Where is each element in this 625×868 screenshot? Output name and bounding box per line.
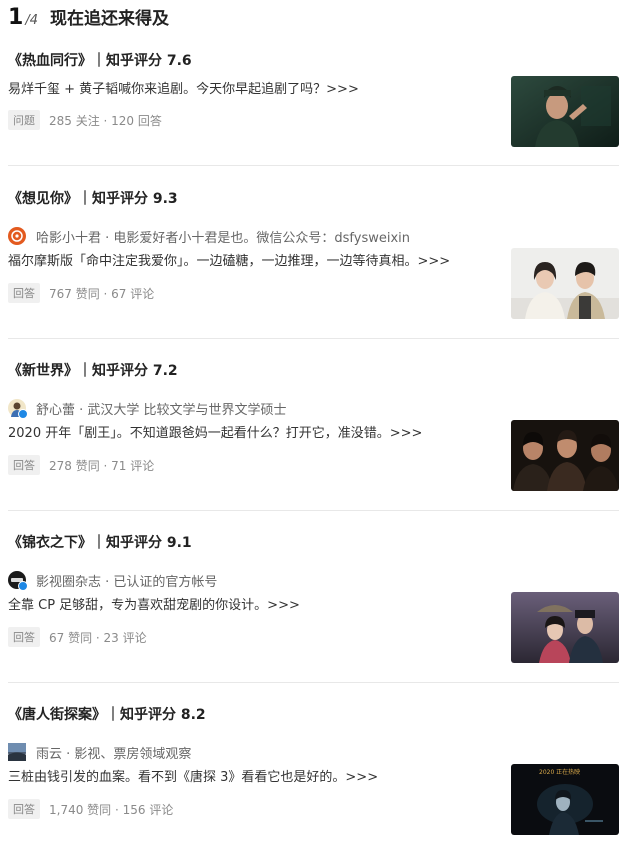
type-tag: 回答 bbox=[8, 799, 40, 819]
avatar[interactable] bbox=[8, 399, 28, 419]
author-info[interactable]: 影视圈杂志 · 已认证的官方帐号 bbox=[36, 571, 217, 590]
card-excerpt[interactable]: 全靠 CP 足够甜，专为喜欢甜宠剧的你设计。>>> bbox=[8, 594, 300, 613]
card-meta: 回答 1,740 赞同 · 156 评论 bbox=[8, 799, 173, 819]
page-header: 1 /4 现在追还来得及 bbox=[8, 4, 169, 32]
page-title: 现在追还来得及 bbox=[49, 9, 169, 29]
card-meta: 回答 278 赞同 · 71 评论 bbox=[8, 455, 154, 475]
author-row[interactable]: 哈影小十君 · 电影爱好者小十君是也。微信公众号：dsfysweixin bbox=[8, 226, 410, 246]
card-thumbnail[interactable]: 2020 正在热映 bbox=[511, 764, 619, 835]
divider bbox=[8, 165, 619, 166]
list-item[interactable]: 《新世界》｜知乎评分 7.2 舒心蕾 · 武汉大学 比较文学与世界文学硕士 20… bbox=[0, 352, 625, 524]
thumbnail-label: 2020 正在热映 bbox=[539, 768, 580, 776]
verified-icon bbox=[18, 581, 28, 591]
list-item[interactable]: 《唐人街探案》｜知乎评分 8.2 雨云 · 影视、票房领域观察 三桩由钱引发的血… bbox=[0, 696, 625, 868]
card-stats: 1,740 赞同 · 156 评论 bbox=[49, 802, 174, 817]
card-excerpt[interactable]: 易烊千玺 + 黄子韬喊你来追剧。今天你早起追剧了吗？>>> bbox=[8, 78, 359, 97]
card-thumbnail[interactable] bbox=[511, 76, 619, 147]
divider bbox=[8, 510, 619, 511]
type-tag: 回答 bbox=[8, 283, 40, 303]
card-excerpt[interactable]: 三桩由钱引发的血案。看不到《唐探 3》看看它也是好的。>>> bbox=[8, 766, 378, 785]
author-info[interactable]: 雨云 · 影视、票房领域观察 bbox=[36, 743, 191, 762]
card-title[interactable]: 《唐人街探案》｜知乎评分 8.2 bbox=[8, 704, 206, 724]
author-row[interactable]: 舒心蕾 · 武汉大学 比较文学与世界文学硕士 bbox=[8, 398, 287, 419]
author-info[interactable]: 舒心蕾 · 武汉大学 比较文学与世界文学硕士 bbox=[36, 399, 287, 418]
card-thumbnail[interactable] bbox=[511, 420, 619, 491]
card-stats: 67 赞同 · 23 评论 bbox=[49, 630, 147, 645]
author-row[interactable]: 影视圈杂志 · 已认证的官方帐号 bbox=[8, 570, 217, 591]
card-stats: 278 赞同 · 71 评论 bbox=[49, 458, 155, 473]
list-item[interactable]: 《锦衣之下》｜知乎评分 9.1 影视圈杂志 · 已认证的官方帐号 全靠 CP 足… bbox=[0, 524, 625, 696]
card-stats: 285 关注 · 120 回答 bbox=[49, 113, 162, 128]
avatar[interactable] bbox=[8, 227, 26, 245]
verified-icon bbox=[18, 409, 28, 419]
card-title[interactable]: 《新世界》｜知乎评分 7.2 bbox=[8, 360, 178, 380]
author-info[interactable]: 哈影小十君 · 电影爱好者小十君是也。微信公众号：dsfysweixin bbox=[36, 227, 410, 246]
divider bbox=[8, 682, 619, 683]
card-title[interactable]: 《锦衣之下》｜知乎评分 9.1 bbox=[8, 532, 192, 552]
type-tag: 问题 bbox=[8, 110, 40, 130]
avatar[interactable] bbox=[8, 743, 26, 761]
avatar[interactable] bbox=[8, 571, 28, 591]
list-item[interactable]: 《想见你》｜知乎评分 9.3 哈影小十君 · 电影爱好者小十君是也。微信公众号：… bbox=[0, 180, 625, 352]
author-row[interactable]: 雨云 · 影视、票房领域观察 bbox=[8, 742, 191, 762]
card-meta: 回答 67 赞同 · 23 评论 bbox=[8, 627, 147, 647]
page-total: /4 bbox=[25, 13, 38, 28]
card-title[interactable]: 《想见你》｜知乎评分 9.3 bbox=[8, 188, 178, 208]
type-tag: 回答 bbox=[8, 627, 40, 647]
divider bbox=[8, 338, 619, 339]
card-thumbnail[interactable] bbox=[511, 592, 619, 663]
card-excerpt[interactable]: 2020 开年「剧王」。不知道跟爸妈一起看什么？打开它，准没错。>>> bbox=[8, 422, 422, 441]
page-index: 1 bbox=[8, 5, 24, 30]
card-meta: 问题 285 关注 · 120 回答 bbox=[8, 110, 162, 130]
card-title[interactable]: 《热血同行》｜知乎评分 7.6 bbox=[8, 50, 192, 70]
type-tag: 回答 bbox=[8, 455, 40, 475]
card-stats: 767 赞同 · 67 评论 bbox=[49, 286, 155, 301]
card-meta: 回答 767 赞同 · 67 评论 bbox=[8, 283, 154, 303]
card-excerpt[interactable]: 福尔摩斯版「命中注定我爱你」。一边磕糖，一边推理，一边等待真相。>>> bbox=[8, 250, 450, 269]
card-thumbnail[interactable] bbox=[511, 248, 619, 319]
